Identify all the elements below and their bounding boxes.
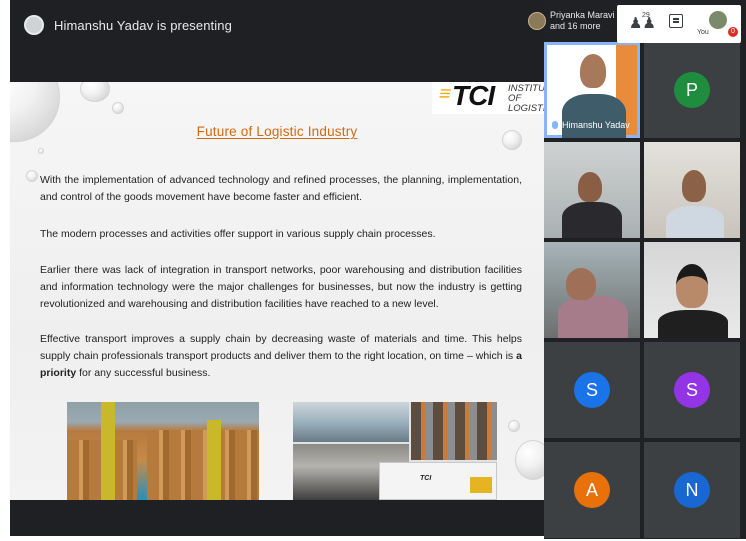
self-avatar[interactable]: [709, 11, 727, 29]
slide-paragraph: Effective transport improves a supply ch…: [40, 331, 522, 382]
slide-paragraph-text: for any successful business.: [76, 367, 211, 379]
decorative-bubble: [38, 148, 44, 154]
decorative-bubble: [112, 102, 124, 114]
logo-institute: INSTITUTE OF LOGISTICS: [508, 84, 544, 114]
slide-title: Future of Logistic Industry: [196, 124, 358, 139]
participant-video: [682, 170, 706, 202]
participant-video: [658, 310, 728, 338]
slide-paragraph: With the implementation of advanced tech…: [40, 174, 522, 203]
participant-avatar: N: [674, 472, 710, 508]
participant-avatar: S: [574, 372, 610, 408]
slide-paragraph-text: Effective transport improves a supply ch…: [40, 333, 522, 362]
presentation-header: Himanshu Yadav is presenting: [10, 0, 544, 50]
chat-icon[interactable]: [669, 14, 683, 28]
presentation-slide: ≡ TCI INSTITUTE OF LOGISTICS Future of L…: [10, 82, 544, 500]
warehouse-photo: [67, 402, 259, 500]
logo-institute-line1: INSTITUTE OF: [508, 83, 544, 104]
truck-cab: [470, 477, 492, 493]
participant-name-text: Himanshu Yadav: [562, 120, 630, 130]
logo-mark-icon: ≡: [436, 83, 454, 105]
shared-screen: ≡ TCI INSTITUTE OF LOGISTICS Future of L…: [10, 50, 544, 536]
logo-text: TCI: [452, 82, 495, 111]
self-label: You: [697, 29, 709, 36]
participants-preview-name: Priyanka Maravi: [550, 10, 615, 20]
presenter-avatar: [24, 15, 44, 35]
participant-video: [580, 54, 606, 88]
slide-bottom-bar: [10, 500, 544, 536]
participant-tile-video[interactable]: [544, 142, 640, 238]
participant-tile-video[interactable]: [644, 242, 740, 338]
decorative-bubble: [26, 170, 38, 182]
participants-preview[interactable]: Priyanka Maravi and 16 more: [550, 10, 615, 32]
participant-tile-video[interactable]: [644, 142, 740, 238]
participant-video: [558, 296, 628, 338]
participant-tile-n[interactable]: N: [644, 442, 740, 538]
participant-tile-p[interactable]: P: [644, 42, 740, 138]
meeting-toolbar: ♟♟ 29 You 0: [617, 5, 741, 43]
participant-video: [566, 268, 596, 300]
logo-institute-line2: LOGISTICS: [508, 103, 544, 114]
notification-badge: 0: [728, 27, 738, 37]
participants-preview-more: and 16 more: [550, 21, 601, 31]
participant-video: [666, 206, 724, 238]
participant-name: Himanshu Yadav: [552, 120, 630, 130]
participant-video: [676, 264, 708, 308]
presenting-label: Himanshu Yadav is presenting: [54, 17, 232, 33]
decorative-bubble: [80, 82, 110, 102]
participant-tile-himanshu-yadav[interactable]: Himanshu Yadav: [544, 42, 640, 138]
decorative-bubble: [508, 420, 520, 432]
participant-avatar: A: [574, 472, 610, 508]
participant-preview-avatar: [528, 12, 546, 30]
participant-avatar: P: [674, 72, 710, 108]
logistics-collage-photo: TCI: [293, 402, 497, 500]
decorative-bubble: [515, 440, 544, 480]
participant-avatar: S: [674, 372, 710, 408]
participant-video: [562, 94, 626, 138]
participant-tile-s[interactable]: S: [544, 342, 640, 438]
truck-label: TCI: [420, 475, 432, 482]
participant-tile-s[interactable]: S: [644, 342, 740, 438]
slide-paragraph: The modern processes and activities offe…: [40, 228, 436, 240]
slide-paragraph: Earlier there was lack of integration in…: [40, 264, 522, 310]
participant-tile-a[interactable]: A: [544, 442, 640, 538]
participant-video: [578, 172, 602, 202]
tci-logo: ≡ TCI INSTITUTE OF LOGISTICS: [432, 82, 544, 114]
truck-image: TCI: [379, 462, 497, 500]
participant-video: [562, 202, 622, 238]
participant-tile-video[interactable]: [544, 242, 640, 338]
speaking-indicator-icon: [552, 121, 558, 129]
participant-grid: Himanshu Yadav P S S A N: [544, 42, 746, 539]
people-count: 29: [642, 12, 650, 19]
